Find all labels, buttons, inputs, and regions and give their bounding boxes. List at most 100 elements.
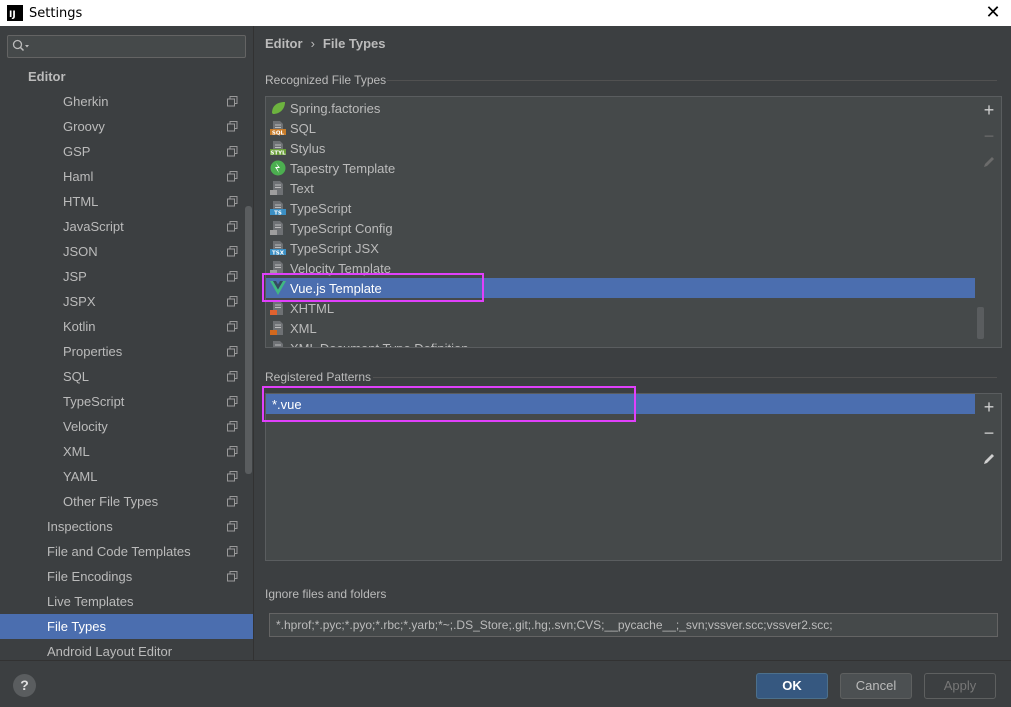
sidebar-scrollbar[interactable] [245,206,252,474]
sidebar-item-file-encodings[interactable]: File Encodings [0,564,253,589]
pencil-icon [984,454,994,464]
file-type-row[interactable]: Velocity Template [266,258,975,278]
search-input[interactable] [7,35,246,58]
pattern-row[interactable]: *.vue [266,394,975,414]
sidebar-item-gsp[interactable]: GSP [0,139,253,164]
file-type-label: TypeScript [290,200,352,216]
help-button[interactable]: ? [13,674,36,697]
sidebar-item-label: JSON [63,244,98,259]
sidebar-item-label: TypeScript [63,394,125,409]
add-file-type-button[interactable]: + [976,97,1001,123]
sidebar-item-file-and-code-templates[interactable]: File and Code Templates [0,539,253,564]
sidebar-item-label: Android Layout Editor [47,644,173,659]
cancel-button[interactable]: Cancel [840,673,912,699]
file-type-row[interactable]: Spring.factories [266,98,975,118]
sidebar-item-label: Live Templates [47,594,134,609]
sidebar-item-properties[interactable]: Properties [0,339,253,364]
stylus-file-icon: STYL [270,140,286,156]
project-settings-icon [227,271,238,282]
file-type-label: Velocity Template [290,260,391,276]
pattern-label: *.vue [272,396,302,412]
sidebar-item-label: File Types [47,619,107,634]
sidebar-item-sql[interactable]: SQL [0,364,253,389]
project-settings-icon [227,171,238,182]
sidebar-item-android-layout-editor[interactable]: Android Layout Editor [0,639,253,660]
sidebar-item-json[interactable]: JSON [0,239,253,264]
sidebar-item-typescript[interactable]: TypeScript [0,389,253,414]
remove-pattern-button[interactable]: − [976,420,1001,446]
ignore-files-input[interactable]: *.hprof;*.pyc;*.pyo;*.rbc;*.yarb;*~;.DS_… [269,613,998,637]
tsconfig-file-icon [270,220,286,236]
breadcrumb: Editor › File Types [265,36,386,51]
file-type-row[interactable]: STYL Stylus [266,138,975,158]
project-settings-icon [227,446,238,457]
sidebar-item-html[interactable]: HTML [0,189,253,214]
file-type-row[interactable]: XML Document Type Definition [266,338,975,348]
project-settings-icon [227,146,238,157]
sidebar-item-file-types[interactable]: File Types [0,614,253,639]
breadcrumb-current: File Types [322,36,386,51]
sidebar-item-xml[interactable]: XML [0,439,253,464]
recognized-file-types-label: Recognized File Types [265,73,386,87]
registered-patterns-list[interactable]: *.vue + − [265,393,1002,561]
title-bar: IJ Settings ✕ [0,0,1011,26]
sidebar-item-label: GSP [63,144,91,159]
edit-file-type-button[interactable] [976,149,1001,175]
sidebar-item-label: Gherkin [63,94,109,109]
ok-button[interactable]: OK [756,673,828,699]
sidebar-item-jsp[interactable]: JSP [0,264,253,289]
sidebar-item-haml[interactable]: Haml [0,164,253,189]
project-settings-icon [227,546,238,557]
project-settings-icon [227,121,238,132]
sidebar-item-jspx[interactable]: JSPX [0,289,253,314]
velocity-icon [270,260,286,276]
close-icon[interactable]: ✕ [983,2,1003,22]
file-type-row[interactable]: TypeScript Config [266,218,975,238]
breadcrumb-separator: › [310,36,315,51]
file-type-row[interactable]: Text [266,178,975,198]
apply-button[interactable]: Apply [924,673,996,699]
sidebar-item-other-file-types[interactable]: Other File Types [0,489,253,514]
sidebar-item-label: Velocity [63,419,108,434]
sidebar-item-editor[interactable]: Editor [0,64,253,89]
file-type-row[interactable]: XML [266,318,975,338]
project-settings-icon [227,246,238,257]
svg-text:STYL: STYL [270,150,286,156]
sidebar-item-label: HTML [63,194,99,209]
file-type-label: XML Document Type Definition [290,340,469,348]
settings-sidebar: Editor Gherkin Groovy GSP Haml HTML JavaScript… [0,26,254,660]
project-settings-icon [227,96,238,107]
add-pattern-button[interactable]: + [976,394,1001,420]
file-type-row[interactable]: Tapestry Template [266,158,975,178]
file-type-row[interactable]: XHTML [266,298,975,318]
recognized-file-types-list[interactable]: Spring.factories SQL SQL STYL Stylus Tapestry… [265,96,1002,348]
sidebar-item-yaml[interactable]: YAML [0,464,253,489]
sidebar-item-kotlin[interactable]: Kotlin [0,314,253,339]
file-type-row[interactable]: Vue.js Template [266,278,975,298]
svg-text:TSX: TSX [272,250,285,256]
remove-file-type-button[interactable]: − [976,123,1001,149]
svg-text:TS: TS [274,210,282,216]
project-settings-icon [227,296,238,307]
sidebar-item-label: XML [63,444,90,459]
pattern-toolbar: + − [976,394,1001,472]
sidebar-item-label: Editor [28,69,66,84]
file-type-row[interactable]: TS TypeScript [266,198,975,218]
sidebar-item-inspections[interactable]: Inspections [0,514,253,539]
sidebar-item-live-templates[interactable]: Live Templates [0,589,253,614]
intellij-app-icon: IJ [7,5,23,21]
project-settings-icon [227,421,238,432]
file-type-row[interactable]: SQL SQL [266,118,975,138]
sidebar-item-velocity[interactable]: Velocity [0,414,253,439]
project-settings-icon [227,221,238,232]
ignore-files-label: Ignore files and folders [265,587,386,601]
file-types-scrollbar[interactable] [977,307,984,339]
file-type-label: XML [290,320,317,336]
sidebar-item-gherkin[interactable]: Gherkin [0,89,253,114]
sidebar-item-javascript[interactable]: JavaScript [0,214,253,239]
project-settings-icon [227,521,238,532]
sidebar-item-groovy[interactable]: Groovy [0,114,253,139]
dialog-footer: ? OK Cancel Apply [0,660,1011,707]
edit-pattern-button[interactable] [976,446,1001,472]
file-type-row[interactable]: TSX TypeScript JSX [266,238,975,258]
